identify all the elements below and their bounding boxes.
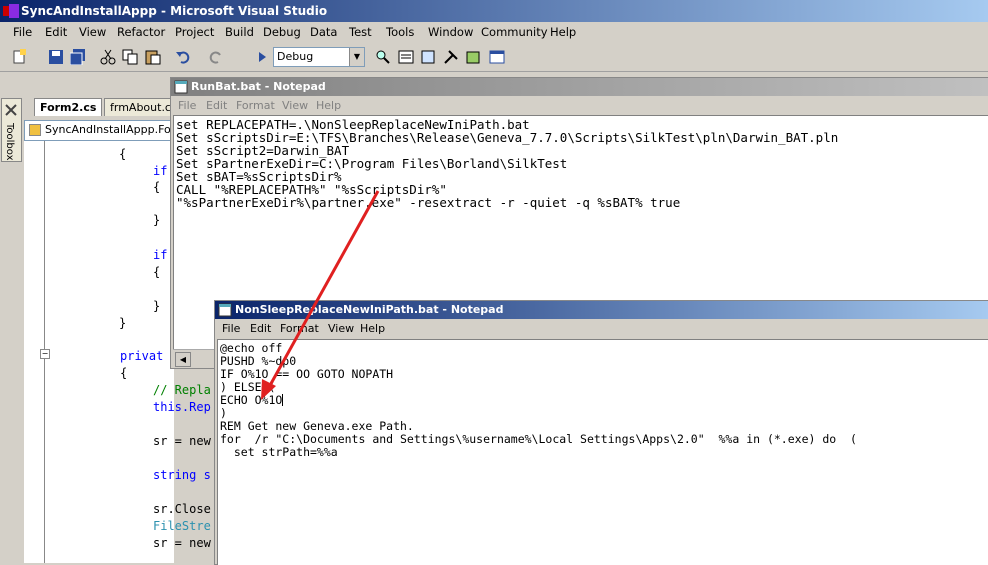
code-line: { bbox=[153, 265, 161, 279]
find-in-files-icon[interactable] bbox=[375, 49, 391, 65]
code-line: FileStre bbox=[153, 519, 211, 533]
menu-data[interactable]: Data bbox=[310, 25, 337, 39]
notepad-nonsleep-title-bar[interactable]: NonSleepReplaceNewIniPath.bat - Notepad bbox=[215, 301, 988, 319]
menu-view[interactable]: View bbox=[79, 25, 106, 39]
code-line: string s bbox=[153, 468, 211, 482]
menu-edit[interactable]: Edit bbox=[250, 322, 271, 335]
toolbox-strip: Toolbox bbox=[0, 96, 22, 563]
menu-help[interactable]: Help bbox=[316, 99, 341, 112]
code-line: // Repla bbox=[153, 383, 211, 397]
chevron-down-icon[interactable]: ▼ bbox=[349, 48, 364, 66]
code-line: sr = new bbox=[153, 536, 211, 550]
menu-view[interactable]: View bbox=[282, 99, 308, 112]
code-line: { bbox=[119, 147, 127, 161]
vs-menu-bar: File Edit View Refactor Project Build De… bbox=[0, 22, 988, 42]
vs-window-title: SyncAndInstallAppp - Microsoft Visual St… bbox=[21, 4, 328, 18]
code-line: } bbox=[153, 299, 161, 313]
toolbox-label: Toolbox bbox=[4, 123, 15, 161]
code-line: { bbox=[120, 366, 128, 380]
code-line: { bbox=[153, 180, 161, 194]
vs-title-bar: SyncAndInstallAppp - Microsoft Visual St… bbox=[0, 0, 988, 22]
class-navigation-dropdown[interactable]: SyncAndInstallAppp.Form bbox=[24, 120, 186, 141]
notepad-nonsleep-menu: File Edit Format View Help bbox=[215, 320, 988, 338]
menu-help[interactable]: Help bbox=[360, 322, 385, 335]
configuration-value: Debug bbox=[277, 50, 314, 63]
window-layout-icon[interactable] bbox=[489, 49, 505, 65]
configuration-select[interactable]: Debug ▼ bbox=[273, 47, 365, 67]
menu-view[interactable]: View bbox=[328, 322, 354, 335]
text-line: @echo off bbox=[220, 341, 283, 355]
text-line: ECHO O%1O bbox=[220, 393, 283, 407]
menu-community[interactable]: Community bbox=[481, 25, 548, 39]
code-line: sr.Close bbox=[153, 502, 211, 516]
code-line: } bbox=[119, 316, 127, 330]
menu-file[interactable]: File bbox=[222, 322, 240, 335]
toolbox-tab[interactable]: Toolbox bbox=[1, 98, 22, 162]
code-editor[interactable]: − { if { } if { } } privat { // Repla th… bbox=[24, 141, 211, 563]
object-browser-icon[interactable] bbox=[420, 49, 436, 65]
vs-toolbar: Debug ▼ bbox=[0, 43, 988, 72]
code-line: sr = new bbox=[153, 434, 211, 448]
code-line: } bbox=[153, 213, 161, 227]
new-project-icon[interactable] bbox=[12, 49, 28, 65]
paste-icon[interactable] bbox=[145, 49, 161, 65]
menu-refactor[interactable]: Refactor bbox=[117, 25, 165, 39]
menu-edit[interactable]: Edit bbox=[206, 99, 227, 112]
text-line: set strPath=%%a bbox=[220, 445, 338, 459]
menu-build[interactable]: Build bbox=[225, 25, 254, 39]
menu-help[interactable]: Help bbox=[550, 25, 576, 39]
menu-edit[interactable]: Edit bbox=[45, 25, 67, 39]
text-line: IF O%1O == OO GOTO NOPATH bbox=[220, 367, 394, 381]
notepad-icon bbox=[218, 303, 232, 317]
tab-form2[interactable]: Form2.cs bbox=[34, 98, 103, 116]
notepad-runbat-title-bar[interactable]: RunBat.bat - Notepad bbox=[171, 78, 988, 96]
save-icon[interactable] bbox=[48, 49, 64, 65]
start-debugging-icon[interactable] bbox=[254, 49, 270, 65]
scroll-left-icon[interactable]: ◀ bbox=[175, 352, 191, 367]
menu-file[interactable]: File bbox=[13, 25, 32, 39]
copy-icon[interactable] bbox=[122, 49, 138, 65]
class-navigation-value: SyncAndInstallAppp.Form bbox=[45, 123, 186, 136]
properties-icon[interactable] bbox=[398, 49, 414, 65]
text-line: "%sPartnerExeDir%\partner.exe" -resextra… bbox=[176, 195, 681, 210]
menu-format[interactable]: Format bbox=[280, 322, 319, 335]
class-icon bbox=[29, 124, 41, 136]
menu-tools[interactable]: Tools bbox=[386, 25, 414, 39]
notepad-runbat-menu: File Edit Format View Help bbox=[171, 97, 988, 115]
document-tabs: Form2.cs frmAbout.cs bbox=[24, 96, 183, 116]
code-line: this.Rep bbox=[153, 400, 211, 414]
code-line: if bbox=[153, 164, 168, 178]
notepad-runbat-title: RunBat.bat - Notepad bbox=[191, 80, 326, 93]
save-all-icon[interactable] bbox=[70, 49, 86, 65]
notepad-nonsleep-text-area[interactable]: @echo off PUSHD %~dp0 IF O%1O == OO GOTO… bbox=[217, 339, 988, 565]
collapse-toggle[interactable]: − bbox=[40, 349, 50, 359]
menu-test[interactable]: Test bbox=[349, 25, 372, 39]
export-icon[interactable] bbox=[466, 49, 482, 65]
notepad-nonsleep-title: NonSleepReplaceNewIniPath.bat - Notepad bbox=[235, 303, 504, 316]
notepad-icon bbox=[174, 80, 188, 94]
visual-studio-logo-icon bbox=[3, 4, 19, 18]
code-line: privat bbox=[120, 349, 164, 363]
menu-format[interactable]: Format bbox=[236, 99, 275, 112]
notepad-nonsleep-window: NonSleepReplaceNewIniPath.bat - Notepad … bbox=[214, 300, 988, 565]
toolbox-tools-icon[interactable] bbox=[443, 49, 459, 65]
menu-debug[interactable]: Debug bbox=[263, 25, 301, 39]
menu-window[interactable]: Window bbox=[428, 25, 473, 39]
cut-icon[interactable] bbox=[100, 49, 116, 65]
toolbox-wrench-icon bbox=[5, 104, 17, 116]
menu-project[interactable]: Project bbox=[175, 25, 214, 39]
menu-file[interactable]: File bbox=[178, 99, 196, 112]
code-line: if bbox=[153, 248, 168, 262]
text-caret bbox=[282, 394, 284, 406]
redo-icon[interactable] bbox=[208, 49, 224, 65]
undo-icon[interactable] bbox=[175, 49, 191, 65]
text-line: ) ELSE ( bbox=[220, 380, 276, 394]
